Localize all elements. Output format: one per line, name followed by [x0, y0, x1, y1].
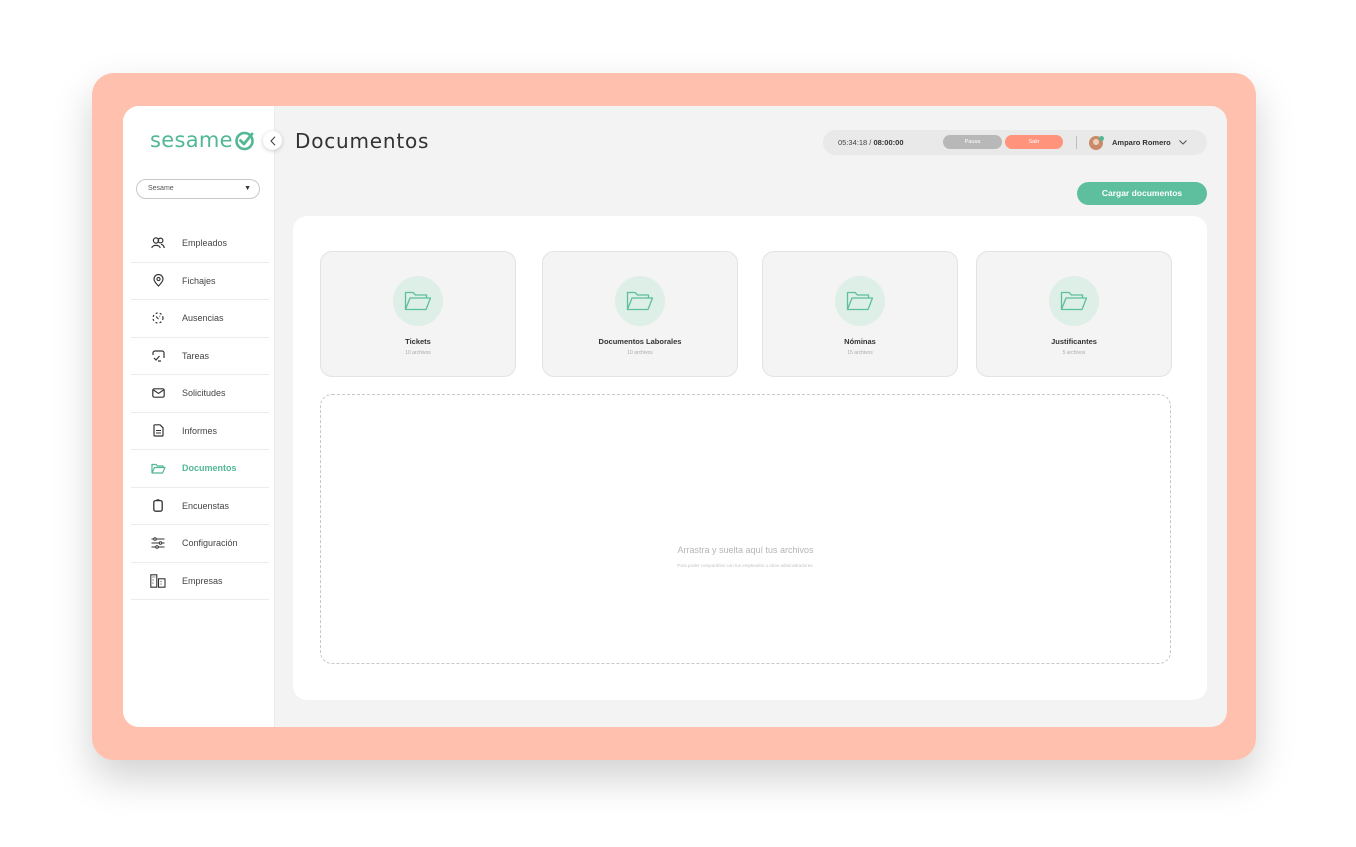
company-select[interactable]: Sesame ▼: [136, 179, 260, 199]
select-caret-icon: ▼: [244, 185, 251, 192]
tasks-icon: [150, 348, 166, 364]
folder-card-tickets[interactable]: Tickets 10 archivos: [320, 251, 516, 377]
folder-name: Nóminas: [844, 337, 876, 346]
sidebar-item-label: Configuración: [182, 538, 238, 549]
envelope-icon: [150, 385, 166, 401]
folder-icon-badge: [1049, 276, 1099, 326]
sidebar-item-documentos[interactable]: Documentos: [131, 450, 269, 488]
folder-icon: [626, 291, 654, 311]
folder-card-nominas[interactable]: Nóminas 15 archivos: [762, 251, 958, 377]
folder-icon: [1060, 291, 1088, 311]
divider: [1076, 136, 1077, 149]
folder-name: Justificantes: [1051, 337, 1097, 346]
sidebar-item-label: Empleados: [182, 238, 228, 249]
company-select-value: Sesame: [148, 185, 174, 192]
folder-icon-badge: [835, 276, 885, 326]
users-icon: [150, 235, 166, 251]
sidebar-item-label: Documentos: [182, 463, 237, 474]
sidebar-nav: Empleados Fichajes Ausencias Tareas Soli…: [131, 225, 269, 600]
folder-name: Tickets: [405, 337, 431, 346]
user-name: Amparo Romero: [1112, 138, 1171, 147]
page-title: Documentos: [295, 129, 430, 153]
user-menu[interactable]: Amparo Romero: [1089, 130, 1187, 155]
logo-text: sesame: [150, 128, 233, 152]
upload-documents-button[interactable]: Cargar documentos: [1077, 182, 1207, 205]
folder-card-documentos-laborales[interactable]: Documentos Laborales 10 archivos: [542, 251, 738, 377]
sidebar-item-label: Informes: [182, 425, 218, 436]
chevron-left-icon: [269, 135, 275, 146]
folder-card-justificantes[interactable]: Justificantes 5 archivos: [976, 251, 1172, 377]
absence-icon: [150, 310, 166, 326]
time-elapsed: 05:34:18: [838, 138, 868, 147]
sidebar-item-informes[interactable]: Informes: [131, 413, 269, 450]
sidebar-item-configuracion[interactable]: Configuración: [131, 525, 269, 563]
location-pin-icon: [150, 273, 166, 289]
folder-file-count: 10 archivos: [405, 350, 431, 356]
sidebar-item-label: Encuenstas: [182, 500, 230, 511]
app-window: sesame Sesame ▼ Empleados Fichajes Ausen…: [123, 106, 1227, 727]
folder-file-count: 5 archivos: [1062, 350, 1086, 356]
folder-icon: [404, 291, 432, 311]
file-dropzone[interactable]: Arrastra y suelta aquí tus archivos Para…: [320, 394, 1171, 664]
time-tracker-bar: 05:34:18 / 08:00:00 Pausa Salir Amparo R…: [823, 130, 1207, 155]
sidebar-item-label: Solicitudes: [182, 388, 226, 399]
dropzone-subtitle: Para poder compartirlos con tus empleado…: [677, 563, 814, 568]
chevron-down-icon: [1178, 140, 1187, 145]
document-icon: [150, 423, 166, 439]
collapse-sidebar-button[interactable]: [263, 131, 282, 150]
logo[interactable]: sesame: [150, 128, 255, 152]
folder-file-count: 10 archivos: [627, 350, 653, 356]
folder-icon-badge: [615, 276, 665, 326]
sidebar-item-fichajes[interactable]: Fichajes: [131, 263, 269, 300]
sidebar-item-tareas[interactable]: Tareas: [131, 338, 269, 375]
folder-icon: [150, 460, 166, 476]
folder-name: Documentos Laborales: [598, 337, 682, 346]
sidebar-item-solicitudes[interactable]: Solicitudes: [131, 375, 269, 413]
dropzone-title: Arrastra y suelta aquí tus archivos: [677, 545, 814, 555]
folder-file-count: 15 archivos: [847, 350, 873, 356]
sidebar-item-label: Fichajes: [182, 275, 216, 286]
logo-check-icon: [235, 131, 254, 150]
sidebar-item-label: Empresas: [182, 575, 223, 586]
sidebar-item-label: Ausencias: [182, 313, 224, 324]
exit-button[interactable]: Salir: [1005, 135, 1063, 149]
sidebar: sesame Sesame ▼ Empleados Fichajes Ausen…: [123, 106, 275, 727]
folder-icon: [846, 291, 874, 311]
sidebar-item-empresas[interactable]: Empresas: [131, 563, 269, 600]
sidebar-item-ausencias[interactable]: Ausencias: [131, 300, 269, 338]
sidebar-item-label: Tareas: [182, 350, 210, 361]
sidebar-item-empleados[interactable]: Empleados: [131, 225, 269, 263]
online-status-dot: [1099, 136, 1104, 141]
clipboard-icon: [150, 498, 166, 514]
buildings-icon: [150, 573, 166, 589]
time-total: 08:00:00: [873, 138, 904, 147]
sliders-icon: [150, 535, 166, 551]
sidebar-item-encuenstas[interactable]: Encuenstas: [131, 488, 269, 525]
documents-panel: Tickets 10 archivos Documentos Laborales…: [293, 216, 1207, 700]
pause-button[interactable]: Pausa: [943, 135, 1002, 149]
time-counter: 05:34:18 / 08:00:00: [838, 130, 904, 155]
folder-icon-badge: [393, 276, 443, 326]
